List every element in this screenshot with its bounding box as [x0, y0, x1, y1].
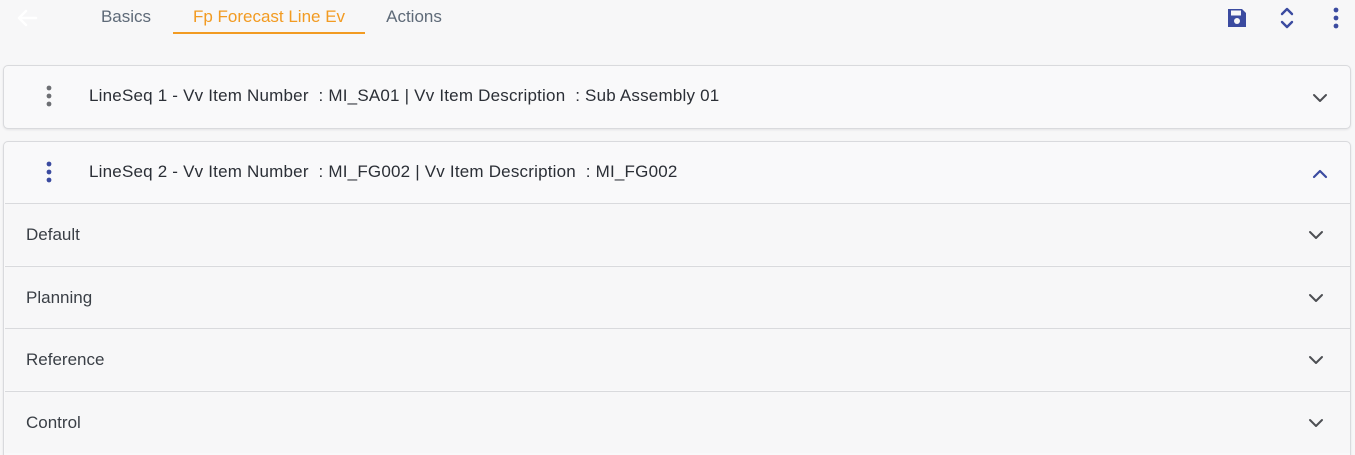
section-label: Planning	[26, 288, 93, 307]
line-card-1: LineSeq 1 - Vv Item Number : MI_SA01 | V…	[3, 65, 1351, 129]
chevron-down-icon[interactable]	[1310, 88, 1330, 108]
back-arrow-icon	[16, 9, 38, 32]
line-header-2[interactable]: LineSeq 2 - Vv Item Number : MI_FG002 | …	[4, 142, 1350, 204]
tab-actions[interactable]: Actions	[384, 0, 444, 34]
line-menu-button-1[interactable]	[38, 85, 60, 111]
tab-basics[interactable]: Basics	[101, 0, 151, 34]
more-vertical-icon	[45, 160, 53, 189]
section-label: Control	[26, 413, 81, 432]
chevron-up-icon[interactable]	[1310, 164, 1330, 184]
top-bar: Basics Fp Forecast Line Ev Actions	[0, 0, 1355, 42]
more-vertical-icon	[1332, 7, 1340, 34]
more-vertical-icon	[45, 84, 53, 113]
line-menu-button-2[interactable]	[38, 161, 60, 187]
line-card-2: LineSeq 2 - Vv Item Number : MI_FG002 | …	[3, 141, 1351, 455]
more-options-button[interactable]	[1322, 6, 1350, 34]
line-header-1[interactable]: LineSeq 1 - Vv Item Number : MI_SA01 | V…	[4, 66, 1350, 128]
section-planning[interactable]: Planning	[5, 266, 1350, 328]
expand-collapse-icon	[1279, 6, 1295, 35]
chevron-down-icon[interactable]	[1306, 350, 1326, 370]
section-label: Reference	[26, 350, 105, 369]
line-title-1: LineSeq 1 - Vv Item Number : MI_SA01 | V…	[89, 86, 720, 105]
section-default[interactable]: Default	[5, 203, 1350, 265]
save-button[interactable]	[1223, 6, 1251, 34]
chevron-down-icon[interactable]	[1306, 288, 1326, 308]
save-icon	[1225, 6, 1249, 35]
expand-collapse-button[interactable]	[1273, 6, 1301, 34]
chevron-down-icon[interactable]	[1306, 225, 1326, 245]
section-label: Default	[26, 225, 80, 244]
section-reference[interactable]: Reference	[5, 328, 1350, 390]
back-button[interactable]	[12, 6, 42, 34]
chevron-down-icon[interactable]	[1306, 413, 1326, 433]
line-title-2: LineSeq 2 - Vv Item Number : MI_FG002 | …	[89, 162, 678, 181]
tab-fp-forecast-line-ev[interactable]: Fp Forecast Line Ev	[173, 0, 365, 34]
section-control[interactable]: Control	[5, 391, 1350, 453]
